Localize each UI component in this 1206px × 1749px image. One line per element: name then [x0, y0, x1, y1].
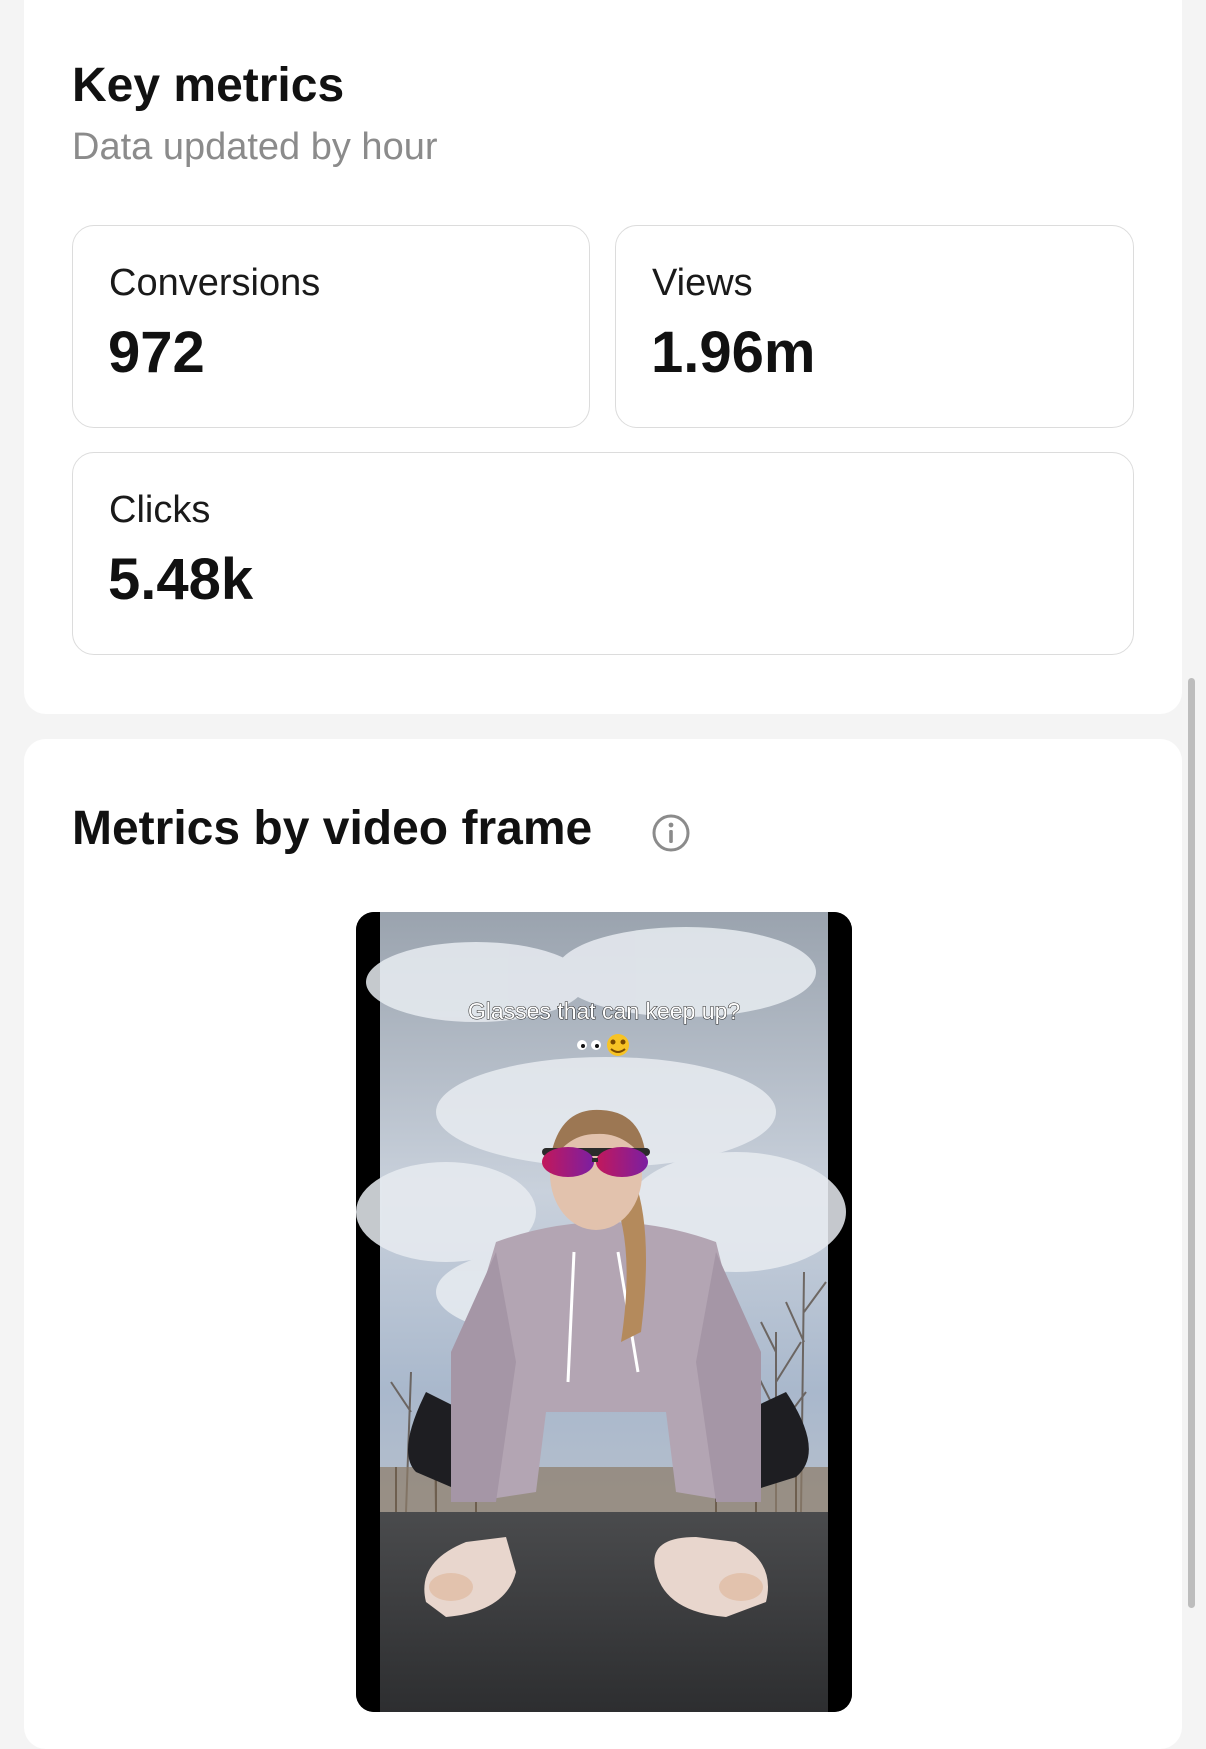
conversions-label: Conversions: [109, 262, 321, 304]
video-frame-image: Glasses that can keep up?: [356, 912, 852, 1712]
metrics-by-video-frame-title: Metrics by video frame: [72, 802, 593, 855]
video-caption: Glasses that can keep up?: [468, 998, 740, 1024]
conversions-value: 972: [108, 320, 205, 385]
views-label: Views: [652, 262, 753, 304]
clicks-label: Clicks: [109, 489, 211, 531]
info-circle-icon[interactable]: [651, 813, 691, 853]
data-updated-subtitle: Data updated by hour: [72, 126, 438, 168]
key-metrics-title: Key metrics: [72, 59, 345, 112]
page-scrollbar[interactable]: [1188, 678, 1195, 1608]
views-value: 1.96m: [651, 320, 816, 385]
metrics-by-video-frame-card: Metrics by video frame Glasses that can …: [24, 739, 1182, 1749]
video-frame-thumbnail[interactable]: Glasses that can keep up?: [356, 912, 852, 1712]
conversions-metric-card[interactable]: Conversions 972: [72, 225, 590, 428]
clicks-value: 5.48k: [108, 547, 254, 612]
key-metrics-card: Key metrics Data updated by hour Convers…: [24, 0, 1182, 714]
clicks-metric-card[interactable]: Clicks 5.48k: [72, 452, 1134, 655]
views-metric-card[interactable]: Views 1.96m: [615, 225, 1134, 428]
